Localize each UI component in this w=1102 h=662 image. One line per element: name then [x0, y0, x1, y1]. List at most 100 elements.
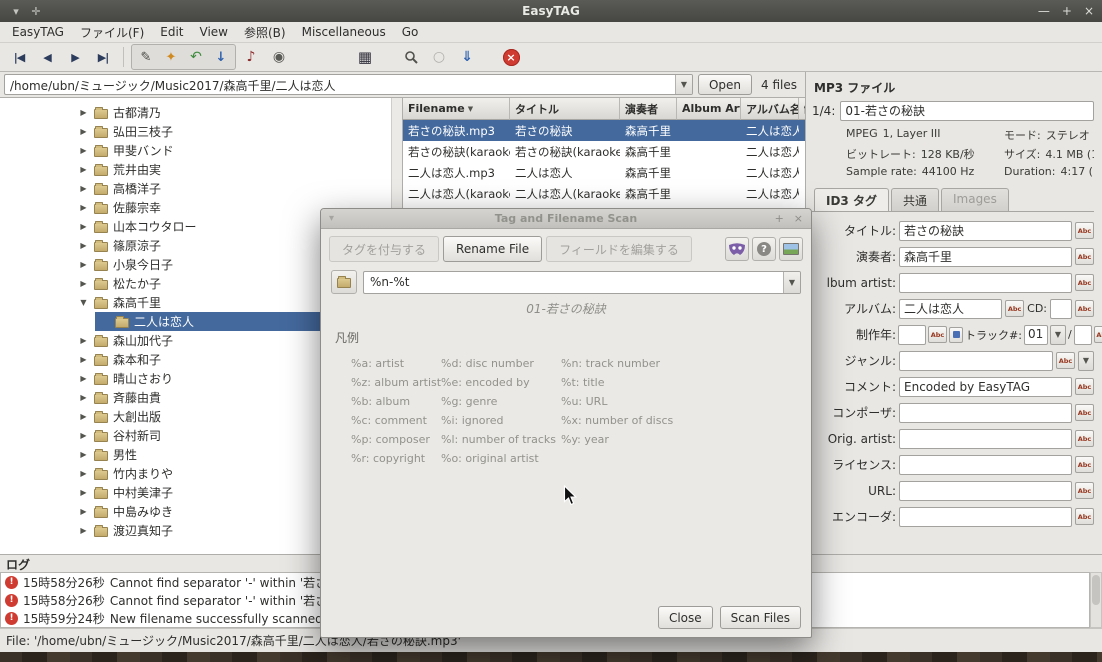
musical-note-button[interactable]: ♪ — [238, 45, 264, 69]
album-artist-mask-button[interactable]: Abc — [1075, 274, 1094, 291]
track-dropdown-button[interactable]: ▼ — [1049, 324, 1066, 345]
column-header-album-artist[interactable]: Album Artist — [677, 98, 741, 120]
expander-icon[interactable]: ▶ — [78, 279, 89, 288]
dialog-maximize-button[interactable]: + — [775, 212, 784, 225]
fill-tag-button[interactable]: タグを付与する — [329, 236, 440, 262]
tree-item[interactable]: ▶ 高橋洋子 — [0, 179, 402, 198]
title-input[interactable]: 若さの秘訣 — [899, 220, 1072, 241]
tree-item[interactable]: ▶ 甲斐バンド — [0, 141, 402, 160]
expander-icon[interactable]: ▶ — [78, 488, 89, 497]
year-input[interactable] — [898, 324, 926, 345]
year-mask-button[interactable]: Abc — [928, 326, 947, 343]
disabled-circle-button[interactable]: ○ — [426, 45, 452, 69]
license-mask-button[interactable]: Abc — [1075, 456, 1094, 473]
remove-tags-button[interactable]: ✦ — [159, 46, 183, 68]
expander-icon[interactable]: ▶ — [78, 393, 89, 402]
menu-item[interactable]: EasyTAG — [4, 23, 72, 41]
next-file-button[interactable]: ▶ — [62, 45, 88, 69]
orig-artist-input[interactable] — [899, 428, 1072, 449]
expander-icon[interactable]: ▶ — [78, 507, 89, 516]
file-row[interactable]: 若さの秘訣(karaoke).mp3 若さの秘訣(karaoke) 森高千里 二… — [403, 141, 805, 162]
url-input[interactable] — [899, 480, 1072, 501]
close-button[interactable]: × — [1084, 4, 1094, 18]
mask-input[interactable]: %n-%t — [364, 272, 783, 293]
legend-help-button[interactable]: ? — [752, 237, 776, 261]
path-combo[interactable]: /home/ubn/ミュージック/Music2017/森高千里/二人は恋人 ▼ — [4, 74, 693, 95]
track-mask-button[interactable]: Abc — [1093, 326, 1102, 343]
menu-item[interactable]: Edit — [152, 23, 191, 41]
album-artist-input[interactable] — [899, 272, 1072, 293]
expander-icon[interactable]: ▶ — [78, 450, 89, 459]
composer-input[interactable] — [899, 402, 1072, 423]
path-input[interactable]: /home/ubn/ミュージック/Music2017/森高千里/二人は恋人 — [5, 75, 675, 94]
stop-button[interactable]: × — [498, 45, 524, 69]
cd-player-button[interactable]: ◉ — [266, 45, 292, 69]
genre-mask-button[interactable]: Abc — [1056, 352, 1075, 369]
comment-mask-button[interactable]: Abc — [1075, 378, 1094, 395]
new-mask-button[interactable] — [331, 270, 357, 294]
log-scrollbar[interactable] — [1090, 572, 1102, 628]
tree-item[interactable]: ▶ 古都清乃 — [0, 103, 402, 122]
track-total-input[interactable] — [1073, 324, 1092, 345]
rename-file-button[interactable]: Rename File — [443, 236, 543, 262]
comment-input[interactable]: Encoded by EasyTAG — [899, 376, 1072, 397]
orig-artist-mask-button[interactable]: Abc — [1075, 430, 1094, 447]
dialog-close-button[interactable]: × — [794, 212, 803, 225]
mask-dropdown-button[interactable]: ▼ — [783, 271, 800, 293]
expander-icon[interactable]: ▶ — [78, 469, 89, 478]
dialog-titlebar[interactable]: ▾ Tag and Filename Scan + × — [321, 209, 811, 229]
file-row[interactable]: 二人は恋人(karaoke).mp3 二人は恋人(karaoke) 森高千里 二… — [403, 183, 805, 204]
track-combo[interactable]: 01 — [1023, 324, 1048, 345]
cd-mask-button[interactable]: Abc — [1075, 300, 1094, 317]
log-scroll-thumb[interactable] — [1092, 575, 1100, 605]
expander-icon[interactable]: ▶ — [78, 355, 89, 364]
scan-files-button[interactable]: ✎ — [134, 46, 158, 68]
tab[interactable]: ID3 タグ — [814, 188, 889, 211]
maximize-button[interactable]: + — [1062, 4, 1072, 18]
expander-icon[interactable]: ▼ — [78, 298, 89, 307]
last-file-button[interactable]: ▶| — [90, 45, 116, 69]
composer-mask-button[interactable]: Abc — [1075, 404, 1094, 421]
expander-icon[interactable]: ▶ — [78, 165, 89, 174]
cd-input[interactable] — [1050, 298, 1072, 319]
undo-button[interactable]: ↶ — [184, 46, 208, 68]
save-files-button[interactable]: ↓ — [209, 46, 233, 68]
column-header-artist[interactable]: 演奏者 — [620, 98, 677, 120]
file-row[interactable]: 二人は恋人.mp3 二人は恋人 森高千里 二人は恋人 — [403, 162, 805, 183]
title-mask-button[interactable]: Abc — [1075, 222, 1094, 239]
expander-icon[interactable]: ▶ — [78, 222, 89, 231]
tree-item[interactable]: ▶ 荒井由実 — [0, 160, 402, 179]
year-extra-button[interactable] — [949, 326, 963, 343]
expander-icon[interactable]: ▶ — [78, 241, 89, 250]
menu-item[interactable]: View — [192, 23, 236, 41]
grid-view-button[interactable]: ▦ — [352, 45, 378, 69]
expander-icon[interactable]: ▶ — [78, 203, 89, 212]
menu-item[interactable]: Miscellaneous — [294, 23, 394, 41]
minimize-button[interactable]: — — [1038, 4, 1050, 18]
mask-list-button[interactable] — [779, 237, 803, 261]
menu-item[interactable]: ファイル(F) — [72, 22, 152, 43]
expander-icon[interactable]: ▶ — [78, 431, 89, 440]
file-row[interactable]: 若さの秘訣.mp3 若さの秘訣 森高千里 二人は恋人 — [403, 120, 805, 141]
open-button[interactable]: Open — [697, 74, 753, 95]
column-header-filename[interactable]: Filename ▼ — [403, 98, 510, 120]
scan-files-footer-button[interactable]: Scan Files — [719, 606, 801, 629]
genre-input[interactable] — [899, 350, 1053, 371]
artist-input[interactable]: 森高千里 — [899, 246, 1072, 267]
expander-icon[interactable]: ▶ — [78, 526, 89, 535]
download-button[interactable]: ⇓ — [454, 45, 480, 69]
process-fields-button[interactable]: フィールドを編集する — [546, 236, 692, 262]
url-mask-button[interactable]: Abc — [1075, 482, 1094, 499]
expander-icon[interactable]: ▶ — [78, 127, 89, 136]
expander-icon[interactable]: ▶ — [78, 184, 89, 193]
dialog-window-menu-icon[interactable]: ▾ — [329, 213, 334, 224]
tab[interactable]: Images — [940, 188, 1009, 211]
previous-file-button[interactable]: ◀ — [34, 45, 60, 69]
path-dropdown-button[interactable]: ▼ — [674, 75, 692, 94]
encoder-mask-button[interactable]: Abc — [1075, 508, 1094, 525]
tab[interactable]: 共通 — [890, 188, 939, 211]
titlebar[interactable]: ▾ ✛ EasyTAG — + × — [0, 0, 1102, 22]
album-input[interactable]: 二人は恋人 — [899, 298, 1003, 319]
first-file-button[interactable]: |◀ — [6, 45, 32, 69]
column-header-album[interactable]: アルバム名 — [741, 98, 799, 120]
